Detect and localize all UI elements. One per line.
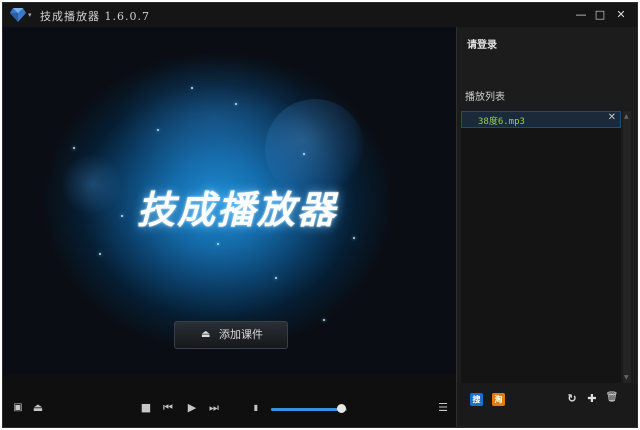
list-item-name: 38度6.mp3	[478, 117, 525, 127]
player-window: ▾ 技成播放器 1.6.0.7 — □ ✕ 技成播放器 ⏏ 添加课件 ▣ ⏏ ■…	[2, 2, 638, 428]
play-icon[interactable]: ▶	[185, 401, 199, 415]
minimize-button[interactable]: —	[573, 7, 589, 23]
star-decoration	[235, 103, 237, 105]
video-area[interactable]: 技成播放器 ⏏ 添加课件	[3, 27, 456, 375]
app-logo-icon[interactable]	[9, 7, 27, 23]
playlist-scrollbar[interactable]: ▲ ▼	[622, 111, 631, 383]
star-decoration	[323, 319, 325, 321]
add-courseware-button[interactable]: ⏏ 添加课件	[174, 321, 288, 349]
star-decoration	[99, 253, 101, 255]
scroll-up-icon[interactable]: ▲	[624, 113, 629, 120]
menu-caret-icon[interactable]: ▾	[28, 11, 32, 19]
sidebar-toolbar: 搜 淘 ↻ ✚ 🗑	[457, 383, 637, 427]
maximize-button[interactable]: □	[592, 7, 608, 23]
close-button[interactable]: ✕	[613, 7, 629, 23]
search-badge-icon[interactable]: 搜	[470, 393, 483, 406]
eject-icon: ⏏	[201, 329, 211, 340]
volume-slider[interactable]	[271, 408, 347, 411]
remove-item-icon[interactable]: ✕	[608, 112, 616, 123]
playlist-title: 播放列表	[465, 92, 505, 103]
list-item[interactable]: 38度6.mp3 ✕	[461, 111, 621, 128]
sidebar: 请登录 播放列表 38度6.mp3 ✕ ▲ ▼ 搜 淘 ↻ ✚ 🗑	[456, 27, 637, 427]
star-decoration	[157, 129, 159, 131]
scroll-down-icon[interactable]: ▼	[624, 374, 629, 381]
delete-icon[interactable]: 🗑	[605, 392, 619, 403]
volume-knob[interactable]	[337, 404, 346, 413]
refresh-icon[interactable]: ↻	[565, 392, 579, 405]
next-icon[interactable]: ⏭	[207, 401, 221, 415]
add-courseware-label: 添加课件	[219, 328, 263, 341]
star-decoration	[217, 243, 219, 245]
control-bar: ▣ ⏏ ■ ⏮ ▶ ⏭ ▮ ☰	[3, 375, 456, 427]
star-decoration	[73, 147, 75, 149]
star-decoration	[353, 237, 355, 239]
eject-icon[interactable]: ⏏	[31, 401, 45, 415]
playlist[interactable]	[461, 111, 621, 383]
add-icon[interactable]: ✚	[585, 392, 599, 405]
star-decoration	[191, 87, 193, 89]
stop-icon[interactable]: ■	[139, 401, 153, 415]
mini-mode-icon[interactable]: ▣	[11, 401, 25, 415]
login-link[interactable]: 请登录	[467, 36, 497, 51]
star-decoration	[303, 153, 305, 155]
taobao-badge-icon[interactable]: 淘	[492, 393, 505, 406]
title-bar[interactable]: ▾ 技成播放器 1.6.0.7 — □ ✕	[3, 3, 637, 27]
star-decoration	[275, 277, 277, 279]
splash-title: 技成播放器	[136, 188, 337, 232]
app-title: 技成播放器 1.6.0.7	[40, 10, 150, 23]
playlist-toggle-icon[interactable]: ☰	[436, 401, 450, 415]
volume-fill	[271, 408, 341, 411]
previous-icon[interactable]: ⏮	[161, 401, 175, 415]
volume-icon[interactable]: ▮	[249, 401, 263, 415]
